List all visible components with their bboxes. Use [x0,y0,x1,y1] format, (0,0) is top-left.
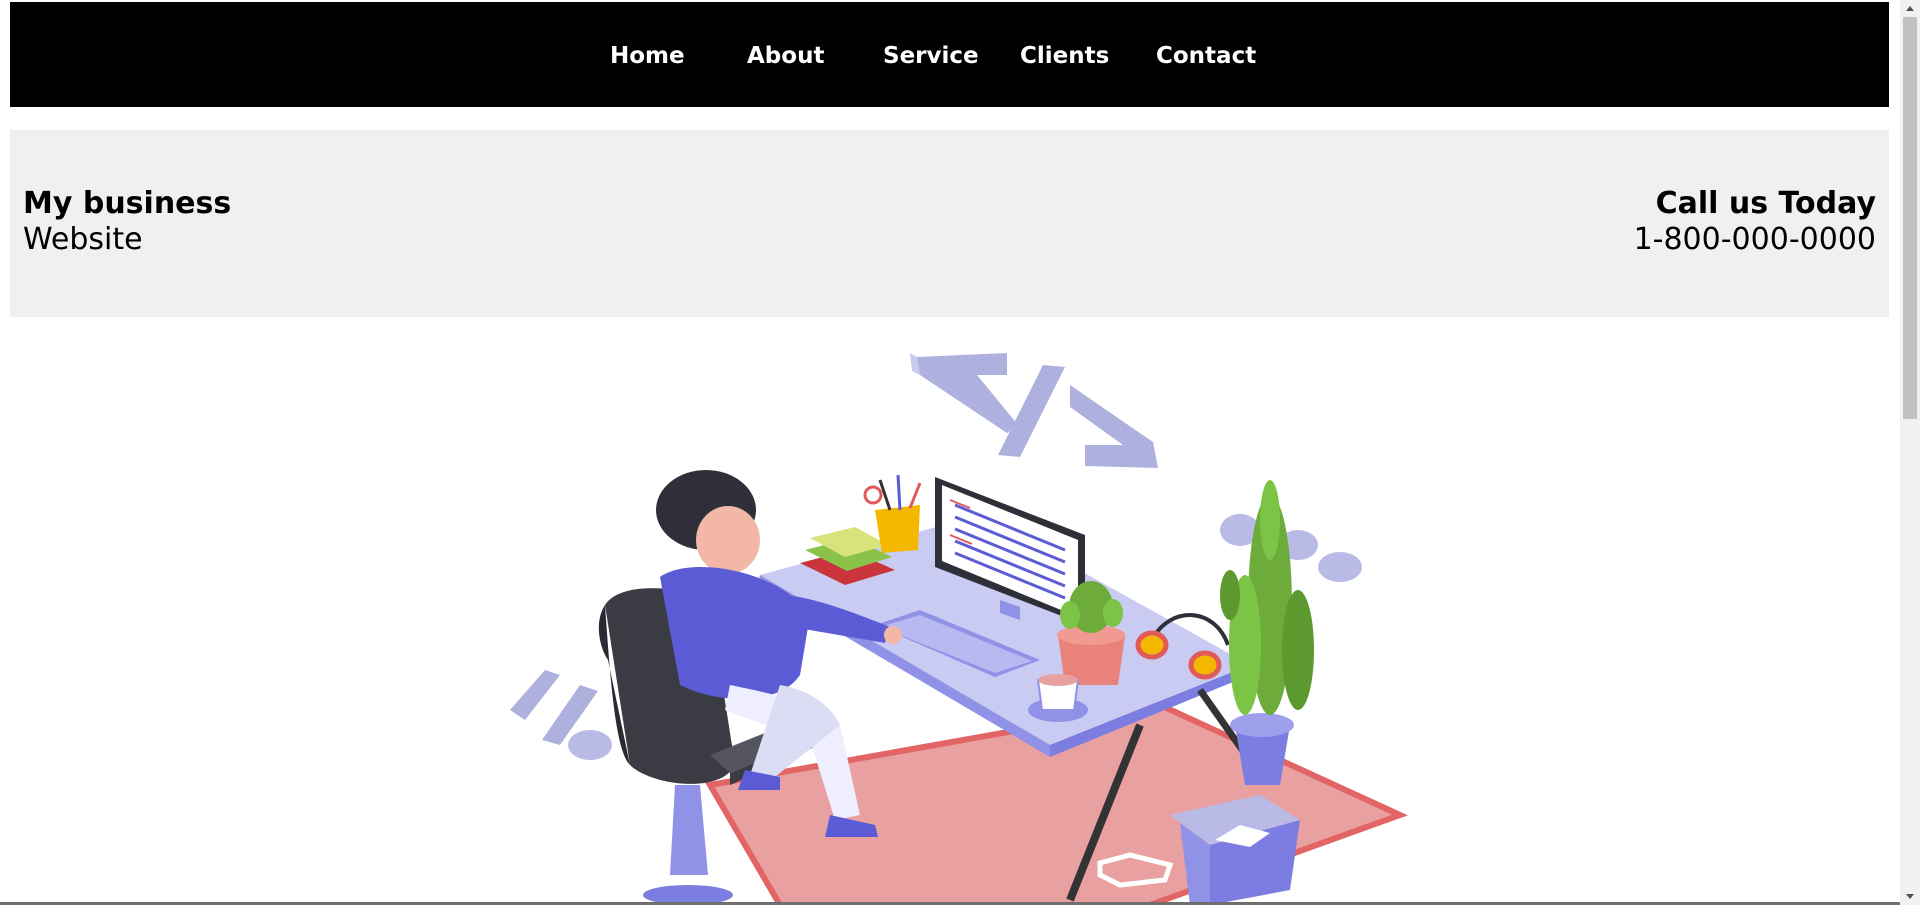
nav-service-link[interactable]: Service [883,40,979,72]
floating-shapes-left [510,670,612,760]
nav-contact-link[interactable]: Contact [1156,40,1256,72]
brand-subtitle: Website [23,222,143,257]
scroll-up-arrow-icon[interactable] [1900,0,1920,17]
call-us-block: Call us Today 1-800-000-0000 [1634,186,1876,258]
trash-bin-icon [1170,795,1300,905]
call-us-heading: Call us Today [1655,186,1876,221]
scroll-down-arrow-icon[interactable] [1900,888,1920,905]
phone-number: 1-800-000-0000 [1633,222,1876,257]
floating-shapes-right [1220,514,1362,582]
brand-title: My business [23,186,232,221]
nav-home-link[interactable]: Home [610,40,685,72]
nav-clients-link[interactable]: Clients [1020,40,1109,72]
scrollbar-thumb[interactable] [1903,17,1917,419]
header-banner: My business Website Call us Today 1-800-… [10,130,1889,317]
page: Home About Service Clients Contact My bu… [0,0,1900,905]
code-symbol-icon [910,353,1158,468]
vertical-scrollbar[interactable] [1900,0,1920,905]
developer-at-desk-illustration [510,353,1408,905]
brand-block: My business Website [23,186,231,258]
top-navigation-bar: Home About Service Clients Contact [10,2,1889,107]
nav-about-link[interactable]: About [747,40,824,72]
